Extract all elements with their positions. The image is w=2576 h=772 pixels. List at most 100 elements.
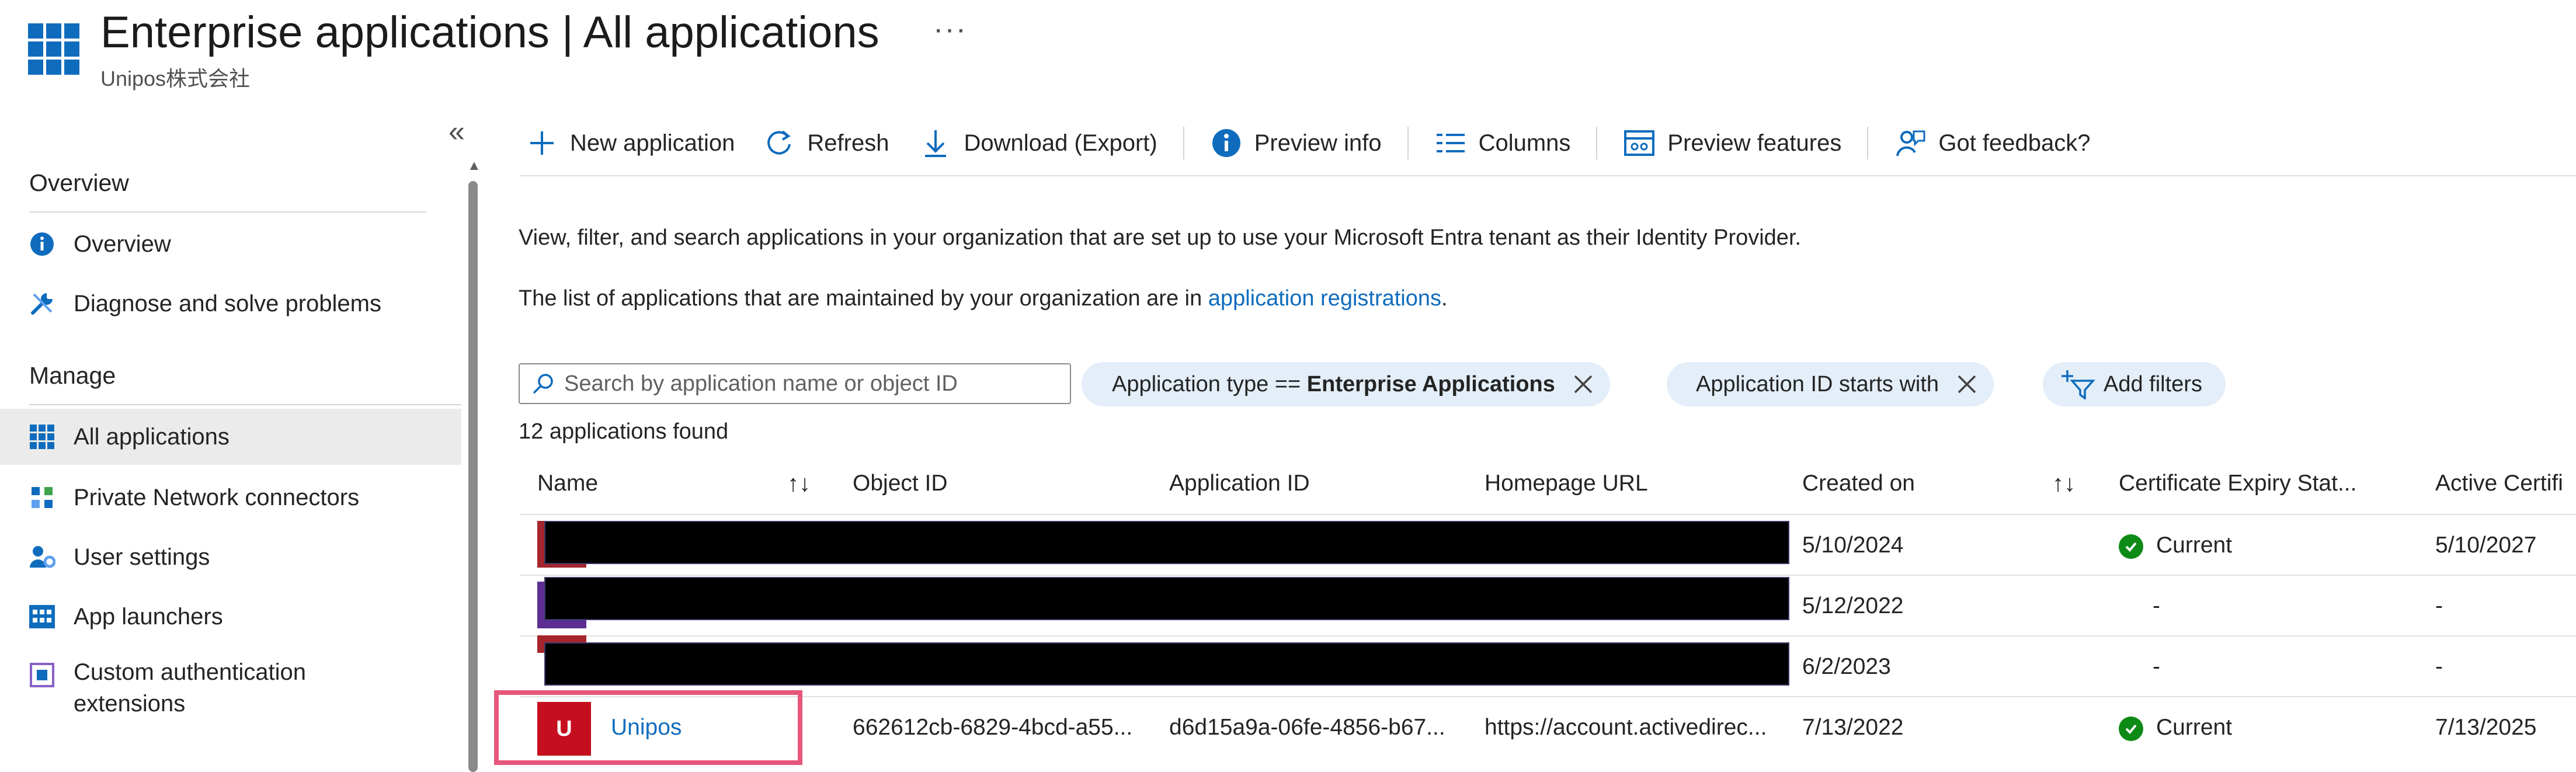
page-title-sub: All applications — [583, 8, 879, 57]
preview-info-button[interactable]: Preview info — [1210, 127, 1382, 159]
collapse-sidebar-button[interactable]: « — [449, 114, 465, 148]
sidebar-item-app-launchers[interactable]: App launchers — [0, 589, 461, 645]
filter-pill-application-id[interactable]: Application ID starts with — [1667, 362, 1994, 406]
refresh-button[interactable]: Refresh — [763, 127, 889, 159]
download-export-button[interactable]: Download (Export) — [919, 127, 1157, 159]
cell-active-certificate: - — [2435, 654, 2443, 679]
sort-name-icon[interactable]: ↑↓ — [787, 471, 811, 497]
add-filters-label: Add filters — [2104, 371, 2202, 397]
column-header-active-certificate[interactable]: Active Certifi — [2435, 471, 2563, 496]
toolbar-divider — [1867, 127, 1869, 159]
redacted-content — [544, 577, 1789, 620]
certificate-status-text: Current — [2156, 533, 2233, 558]
column-header-name[interactable]: Name — [537, 471, 598, 496]
search-box[interactable] — [519, 363, 1071, 404]
command-bar: New application Refresh Download (Export… — [526, 117, 2091, 169]
sidebar-item-custom-authentication-extensions[interactable]: Custom authentication extensions — [0, 648, 461, 736]
cell-created-on: 7/13/2022 — [1802, 715, 1904, 740]
nav-section-overview: Overview — [29, 169, 129, 196]
sidebar-item-user-settings[interactable]: User settings — [0, 529, 461, 585]
check-circle-icon — [2119, 534, 2143, 559]
cell-application-id: d6d15a9a-06fe-4856-b67... — [1169, 715, 1445, 740]
page-title: Enterprise applications | All applicatio… — [100, 4, 879, 62]
table-row[interactable]: 5/12/2022 - - — [520, 575, 2576, 637]
application-registrations-link[interactable]: application registrations — [1208, 286, 1441, 311]
column-header-homepage-url[interactable]: Homepage URL — [1485, 471, 1648, 496]
table-row-unipos[interactable]: Unipos 662612cb-6829-4bcd-a55... d6d15a9… — [520, 696, 2576, 758]
cell-certificate-status: Current — [2119, 715, 2232, 741]
filter-pill-label: Application ID starts with — [1696, 371, 1939, 397]
column-header-created-on[interactable]: Created on — [1802, 471, 1915, 496]
sidebar-item-label: User settings — [74, 544, 210, 570]
preview-features-icon — [1623, 127, 1656, 159]
add-filter-icon — [2062, 370, 2095, 399]
cell-active-certificate: 7/13/2025 — [2435, 715, 2537, 740]
sort-created-on-icon[interactable]: ↑↓ — [2052, 471, 2076, 497]
sidebar-item-label: Overview — [74, 231, 171, 257]
sidebar-item-label: Custom authentication — [74, 659, 307, 685]
refresh-label: Refresh — [807, 130, 889, 156]
new-application-button[interactable]: New application — [526, 127, 735, 159]
table-row[interactable]: 5/10/2024 Current 5/10/2027 — [520, 514, 2576, 576]
download-label: Download (Export) — [964, 130, 1157, 156]
results-count: 12 applications found — [519, 419, 729, 444]
plus-icon — [526, 127, 558, 159]
enterprise-apps-grid-icon — [28, 23, 79, 75]
sidebar-item-diagnose[interactable]: Diagnose and solve problems — [0, 276, 461, 332]
page-title-main: Enterprise applications — [100, 8, 550, 57]
note-suffix: . — [1441, 286, 1448, 311]
filter-pill-value: Enterprise Applications — [1306, 371, 1555, 397]
info-icon — [1210, 127, 1243, 159]
columns-label: Columns — [1478, 130, 1571, 156]
user-settings-icon — [28, 543, 56, 571]
cell-created-on: 5/10/2024 — [1802, 533, 1904, 558]
sidebar-item-overview[interactable]: Overview — [0, 216, 461, 272]
app-launcher-icon — [28, 603, 56, 631]
note-prefix: The list of applications that are mainta… — [519, 286, 1208, 311]
wrench-icon — [28, 290, 56, 318]
sidebar-item-label: Diagnose and solve problems — [74, 290, 381, 317]
cell-certificate-status: Current — [2119, 533, 2232, 559]
columns-button[interactable]: Columns — [1434, 127, 1571, 159]
search-icon — [531, 372, 555, 395]
sidebar-scrollbar[interactable] — [468, 181, 478, 772]
preview-info-label: Preview info — [1254, 130, 1382, 156]
custom-auth-icon — [28, 661, 56, 689]
redacted-content — [544, 642, 1789, 686]
check-circle-icon — [2119, 716, 2143, 741]
search-input[interactable] — [563, 370, 1068, 397]
sidebar-item-all-applications[interactable]: All applications — [0, 409, 461, 465]
column-header-object-id[interactable]: Object ID — [853, 471, 948, 496]
tenant-name: Unipos株式会社 — [100, 67, 251, 91]
filter-pill-application-type[interactable]: Application type == Enterprise Applicati… — [1082, 362, 1610, 406]
add-filters-button[interactable]: Add filters — [2043, 362, 2226, 406]
toolbar-divider — [1596, 127, 1598, 159]
info-icon — [28, 230, 56, 258]
sidebar-item-private-network-connectors[interactable]: Private Network connectors — [0, 470, 461, 526]
sidebar-item-label: All applications — [74, 423, 230, 450]
highlight-annotation — [494, 690, 802, 765]
cell-certificate-status: - — [2153, 593, 2160, 618]
remove-filter-icon[interactable] — [1955, 373, 1979, 396]
column-header-application-id[interactable]: Application ID — [1169, 471, 1310, 496]
column-header-certificate-expiry-status[interactable]: Certificate Expiry Stat... — [2119, 471, 2356, 496]
table-row[interactable]: 6/2/2023 - - — [520, 635, 2576, 697]
preview-features-button[interactable]: Preview features — [1623, 127, 1841, 159]
download-icon — [919, 127, 952, 159]
new-application-label: New application — [570, 130, 735, 156]
cell-active-certificate: 5/10/2027 — [2435, 533, 2537, 558]
got-feedback-label: Got feedback? — [1938, 130, 2091, 156]
apps-grid-icon — [28, 423, 56, 451]
toolbar-divider — [1183, 127, 1184, 159]
cell-active-certificate: - — [2435, 593, 2443, 618]
nav-divider — [29, 404, 461, 405]
got-feedback-button[interactable]: Got feedback? — [1894, 127, 2091, 159]
sidebar-scroll-up-arrow[interactable]: ▲ — [467, 158, 481, 174]
nav-section-manage: Manage — [29, 362, 116, 389]
preview-features-label: Preview features — [1667, 130, 1842, 156]
sidebar-item-label: Private Network connectors — [74, 484, 360, 510]
remove-filter-icon[interactable] — [1572, 373, 1595, 396]
cell-created-on: 5/12/2022 — [1802, 593, 1904, 618]
more-options-button[interactable]: ··· — [933, 12, 967, 47]
certificate-status-text: Current — [2156, 715, 2233, 740]
